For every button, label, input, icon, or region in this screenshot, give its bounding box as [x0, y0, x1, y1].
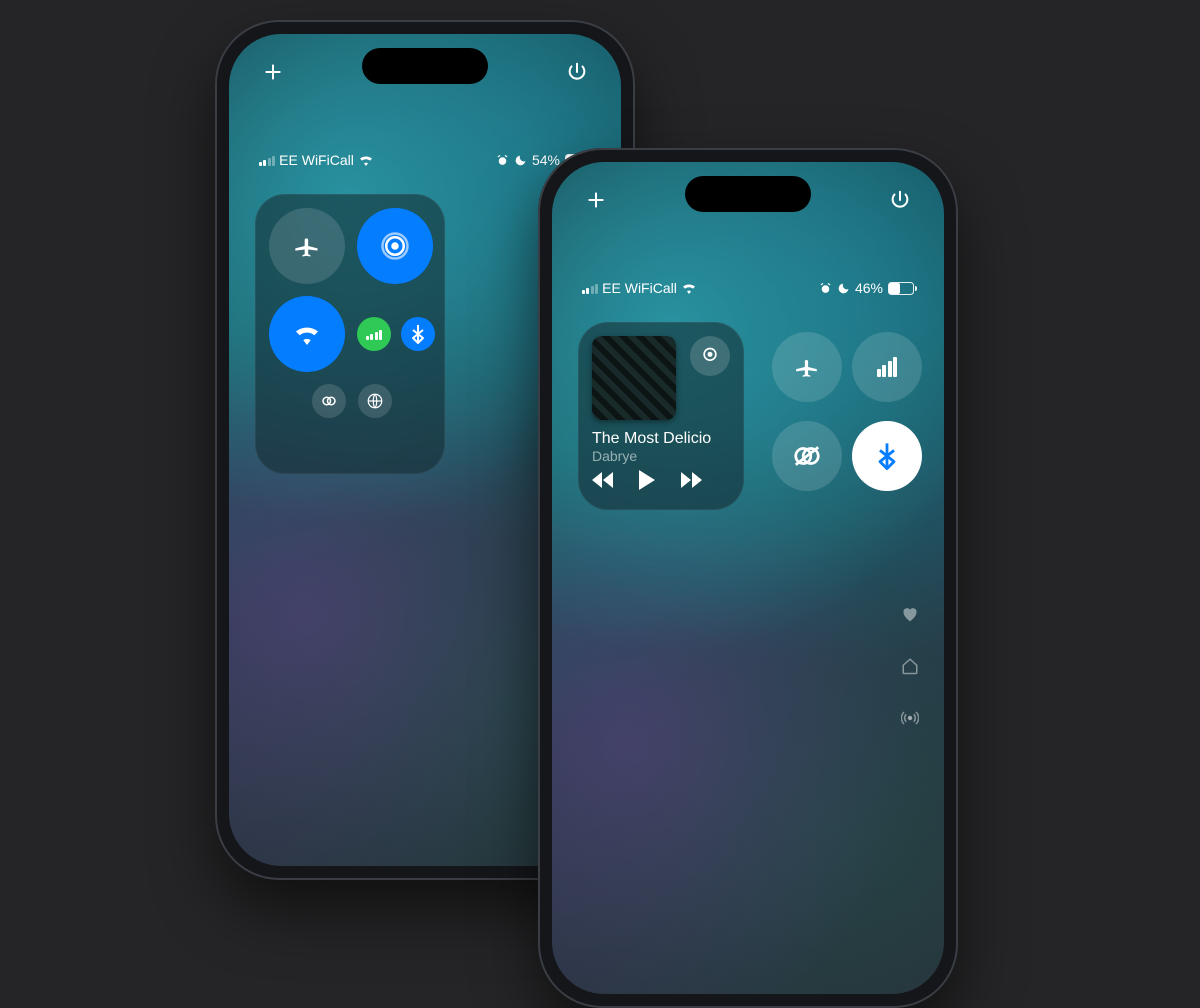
alarm-icon — [496, 154, 509, 167]
power-button[interactable] — [561, 56, 593, 88]
wifi-icon — [681, 282, 697, 294]
wifi-toggle[interactable] — [269, 296, 345, 372]
control-grid: The Most Delicio Dabrye — [578, 322, 918, 510]
favorites-page-icon[interactable] — [898, 602, 922, 626]
battery-percent: 54% — [532, 152, 560, 168]
control-center-screen: EE WiFiCall 46% — [552, 162, 944, 994]
cell-bt-pair — [357, 296, 435, 372]
track-title: The Most Delicio — [592, 430, 730, 448]
forward-button[interactable] — [678, 472, 702, 488]
hotspot-toggle[interactable] — [772, 421, 842, 491]
carrier-label: EE WiFiCall — [602, 280, 677, 296]
airplane-toggle[interactable] — [772, 332, 842, 402]
cellular-signal-icon — [582, 282, 598, 294]
cellular-signal-icon — [259, 154, 275, 166]
bluetooth-toggle[interactable] — [852, 421, 922, 491]
airdrop-toggle[interactable] — [357, 208, 433, 284]
dnd-icon — [837, 282, 850, 295]
page-indicator-sidebar — [898, 602, 922, 730]
phone-right: EE WiFiCall 46% — [538, 148, 958, 1008]
connectivity-page-icon[interactable] — [898, 706, 922, 730]
cellular-toggle[interactable] — [852, 332, 922, 402]
track-artist: Dabrye — [592, 448, 730, 464]
wifi-icon — [358, 154, 374, 166]
add-control-button[interactable] — [580, 184, 612, 216]
airplane-toggle[interactable] — [269, 208, 345, 284]
home-page-icon[interactable] — [898, 654, 922, 678]
power-button[interactable] — [884, 184, 916, 216]
battery-icon — [888, 282, 914, 295]
battery-percent: 46% — [855, 280, 883, 296]
airplay-button[interactable] — [690, 336, 730, 376]
album-art — [592, 336, 676, 420]
bluetooth-toggle[interactable] — [401, 317, 435, 351]
play-button[interactable] — [638, 470, 656, 490]
rewind-button[interactable] — [592, 472, 616, 488]
dnd-icon — [514, 154, 527, 167]
control-center-top-bar — [229, 56, 621, 88]
alarm-icon — [819, 282, 832, 295]
cellular-toggle[interactable] — [357, 317, 391, 351]
hotspot-toggle[interactable] — [312, 384, 346, 418]
now-playing-tile[interactable]: The Most Delicio Dabrye — [578, 322, 744, 510]
control-center-top-bar — [552, 184, 944, 216]
status-bar: EE WiFiCall 46% — [552, 280, 944, 296]
vpn-toggle[interactable] — [358, 384, 392, 418]
carrier-label: EE WiFiCall — [279, 152, 354, 168]
connectivity-tile — [762, 322, 918, 510]
connectivity-tile[interactable] — [255, 194, 445, 474]
add-control-button[interactable] — [257, 56, 289, 88]
